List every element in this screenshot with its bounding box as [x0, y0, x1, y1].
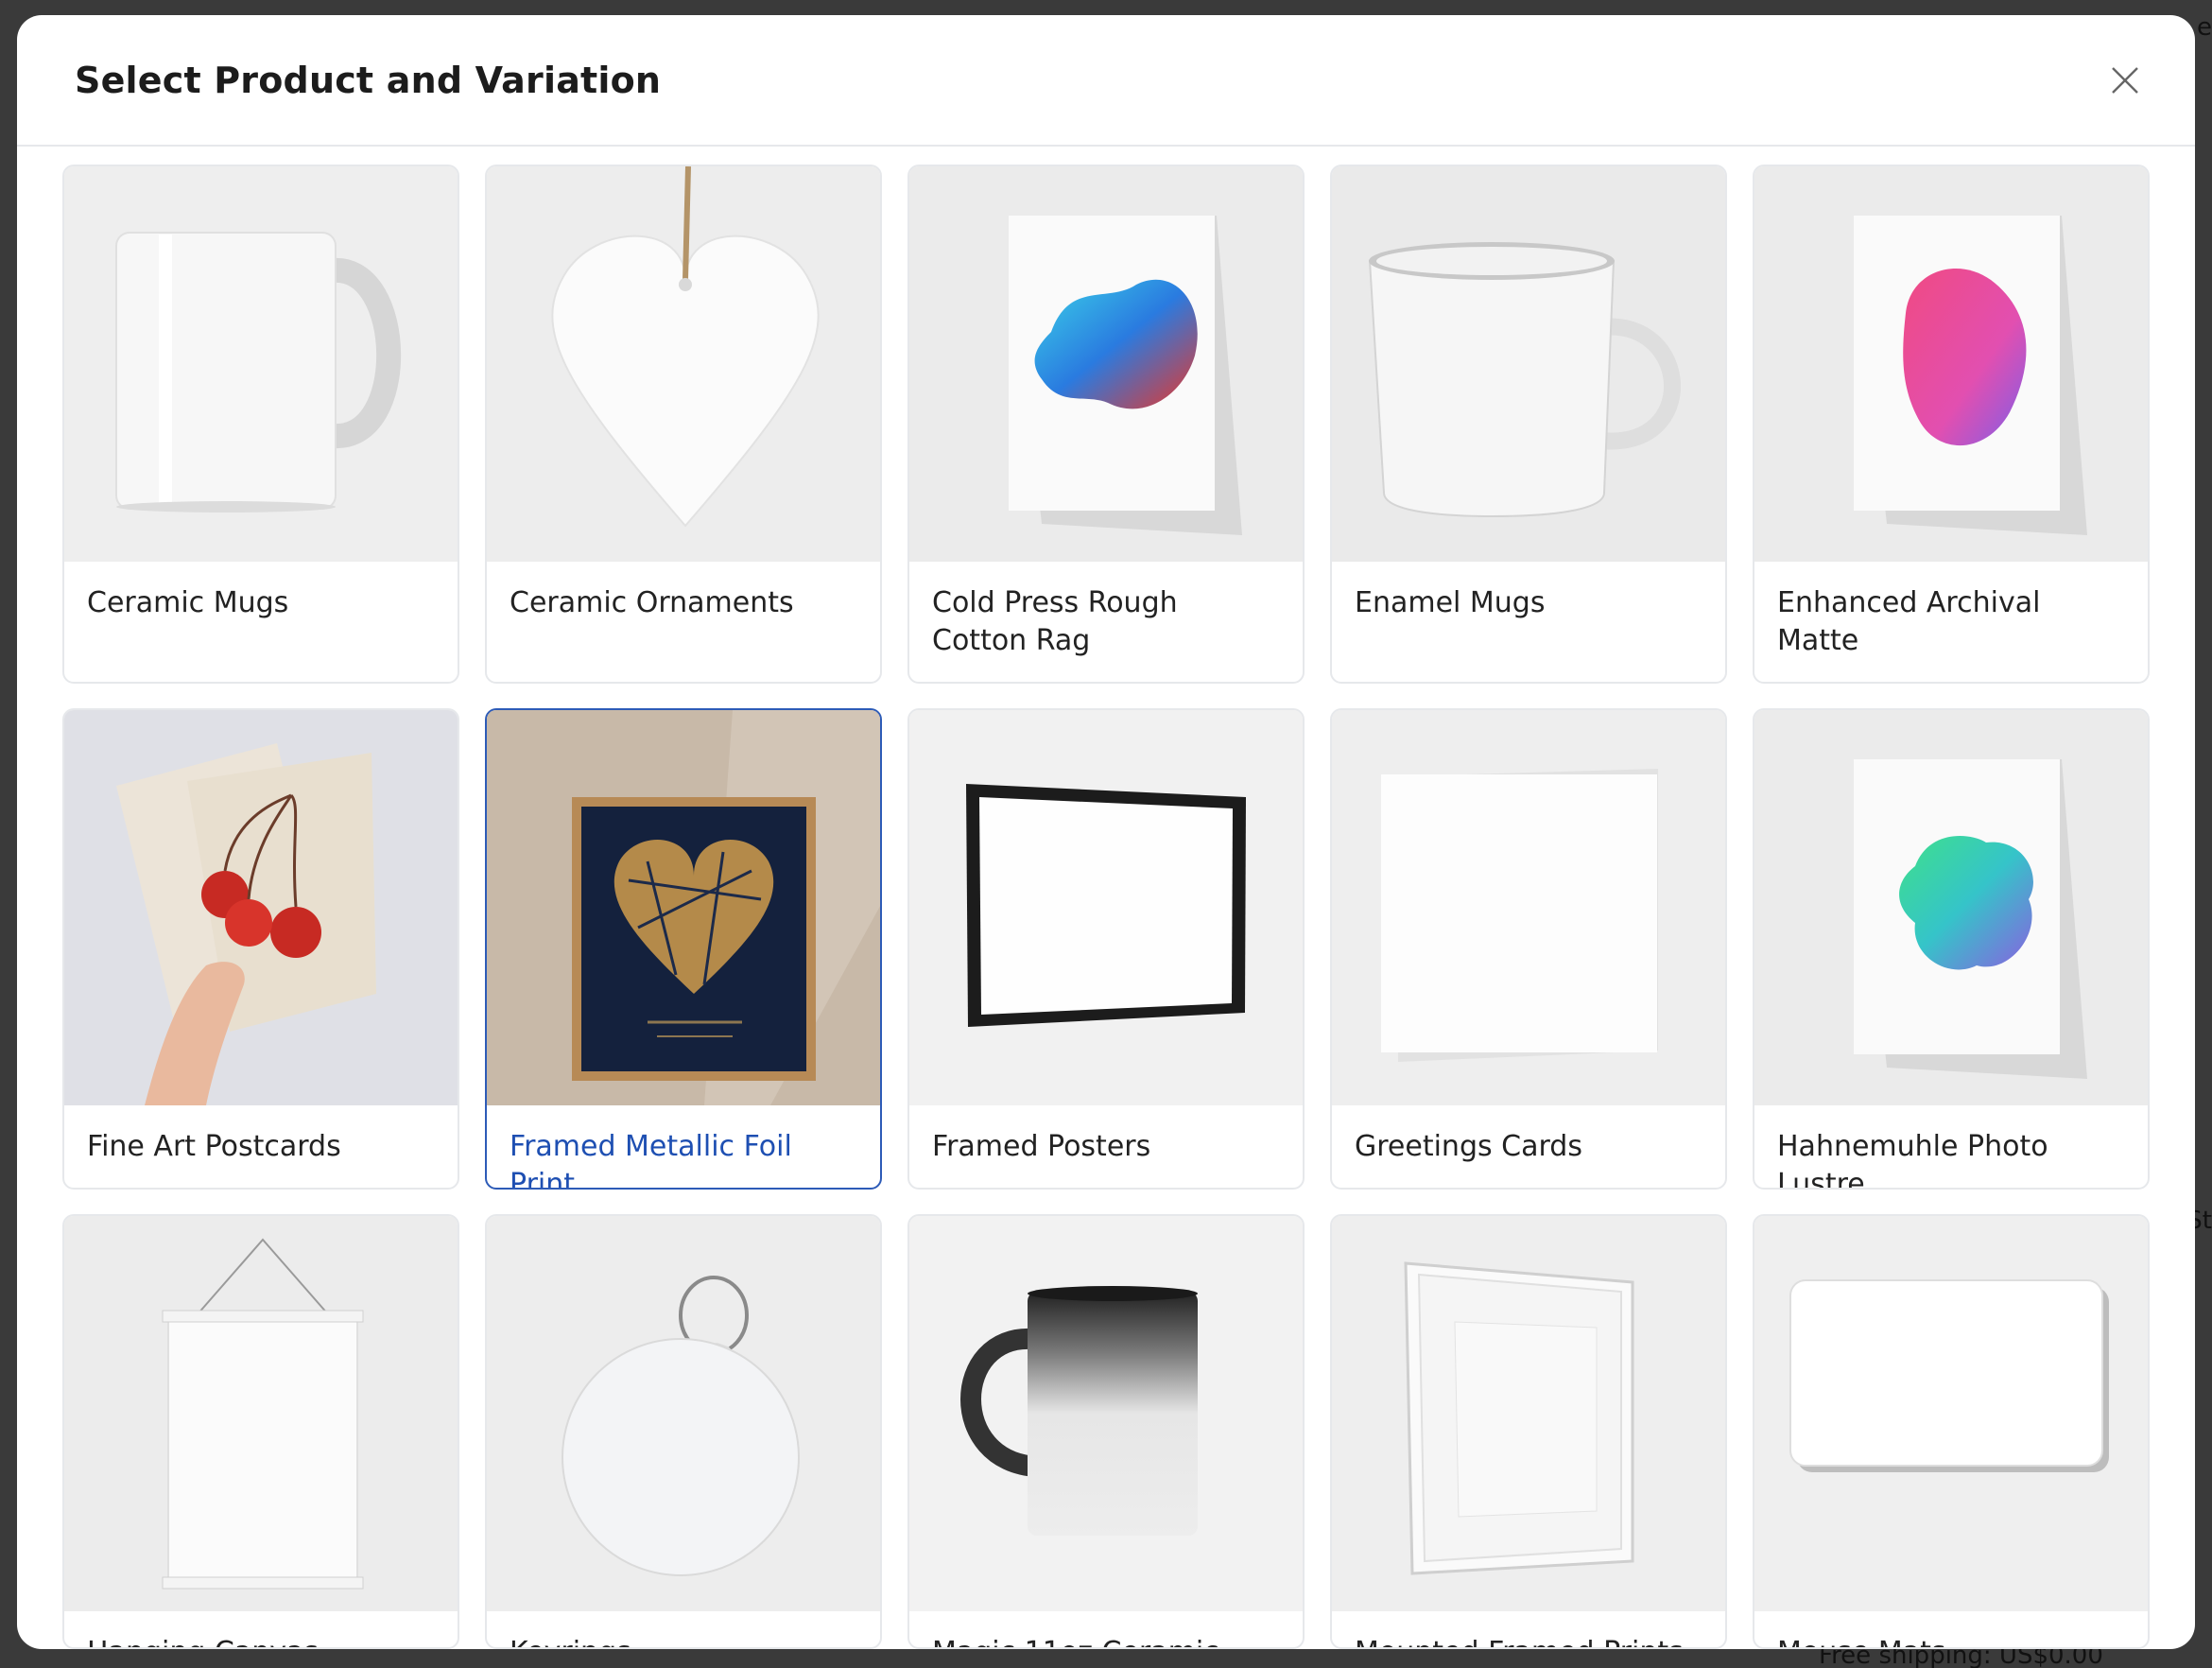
hanging-canvas-image	[64, 1216, 458, 1611]
product-card[interactable]: Ceramic Mugs	[62, 165, 459, 684]
product-label: Framed Metallic Foil Print	[510, 1130, 792, 1190]
art-print-blob-image	[909, 166, 1303, 562]
dialog-header: Select Product and Variation	[17, 15, 2195, 147]
product-card[interactable]: Fine Art Postcards	[62, 708, 459, 1190]
product-card[interactable]: Ceramic Ornaments	[485, 165, 882, 684]
dialog-title: Select Product and Variation	[75, 59, 662, 101]
product-card[interactable]: Hahnemuhle Photo Lustre	[1753, 708, 2150, 1190]
product-label: Mouse Mats	[1754, 1611, 2148, 1647]
product-label: Framed Posters	[932, 1130, 1151, 1163]
backdrop-partial-text: e	[2197, 13, 2212, 42]
ceramic-ornament-image	[487, 166, 880, 562]
product-card[interactable]: Cold Press Rough Cotton Rag	[907, 165, 1305, 684]
greeting-card-image	[1332, 710, 1725, 1105]
product-card[interactable]: Enhanced Archival Matte	[1753, 165, 2150, 684]
product-card-selected[interactable]: Framed Metallic Foil Print	[485, 708, 882, 1190]
close-icon	[2112, 66, 2138, 94]
product-label: Mounted Framed Prints	[1332, 1611, 1725, 1647]
art-print-blob-image	[1754, 710, 2148, 1105]
select-product-dialog: Select Product and Variation Ceramic Mug…	[17, 15, 2195, 1649]
foil-print-image	[487, 710, 880, 1105]
product-card[interactable]: Framed Posters	[907, 708, 1305, 1190]
product-card[interactable]: Enamel Mugs	[1330, 165, 1727, 684]
product-card[interactable]: Keyrings	[485, 1214, 882, 1649]
product-grid: Ceramic Mugs Ceramic Ornaments Cold Pres…	[62, 165, 2169, 1649]
product-label: Fine Art Postcards	[87, 1130, 341, 1163]
postcards-image	[64, 710, 458, 1105]
product-label: Ceramic Mugs	[87, 586, 289, 619]
close-button[interactable]	[2100, 56, 2150, 105]
mouse-mat-image	[1754, 1216, 2148, 1611]
enamel-mug-image	[1332, 166, 1725, 562]
product-label: Enamel Mugs	[1355, 586, 1546, 619]
keyring-image	[487, 1216, 880, 1611]
product-label: Ceramic Ornaments	[510, 586, 794, 619]
magic-mug-image	[909, 1216, 1303, 1611]
product-label: Greetings Cards	[1355, 1130, 1582, 1163]
product-card[interactable]: Mounted Framed Prints	[1330, 1214, 1727, 1649]
product-label: Enhanced Archival Matte	[1777, 586, 2041, 657]
product-label: Magic 11oz Ceramic Mug	[909, 1611, 1303, 1647]
product-label: Cold Press Rough Cotton Rag	[932, 586, 1178, 657]
framed-poster-image	[909, 710, 1303, 1105]
ceramic-mug-image	[64, 166, 458, 562]
product-label: Hanging Canvas	[64, 1611, 458, 1647]
product-label: Keyrings	[487, 1611, 880, 1647]
product-card[interactable]: Greetings Cards	[1330, 708, 1727, 1190]
product-card[interactable]: Hanging Canvas	[62, 1214, 459, 1649]
product-card[interactable]: Mouse Mats	[1753, 1214, 2150, 1649]
product-label: Hahnemuhle Photo Lustre	[1777, 1130, 2048, 1190]
art-print-blob-image	[1754, 166, 2148, 562]
product-card[interactable]: Magic 11oz Ceramic Mug	[907, 1214, 1305, 1649]
mounted-frame-image	[1332, 1216, 1725, 1611]
